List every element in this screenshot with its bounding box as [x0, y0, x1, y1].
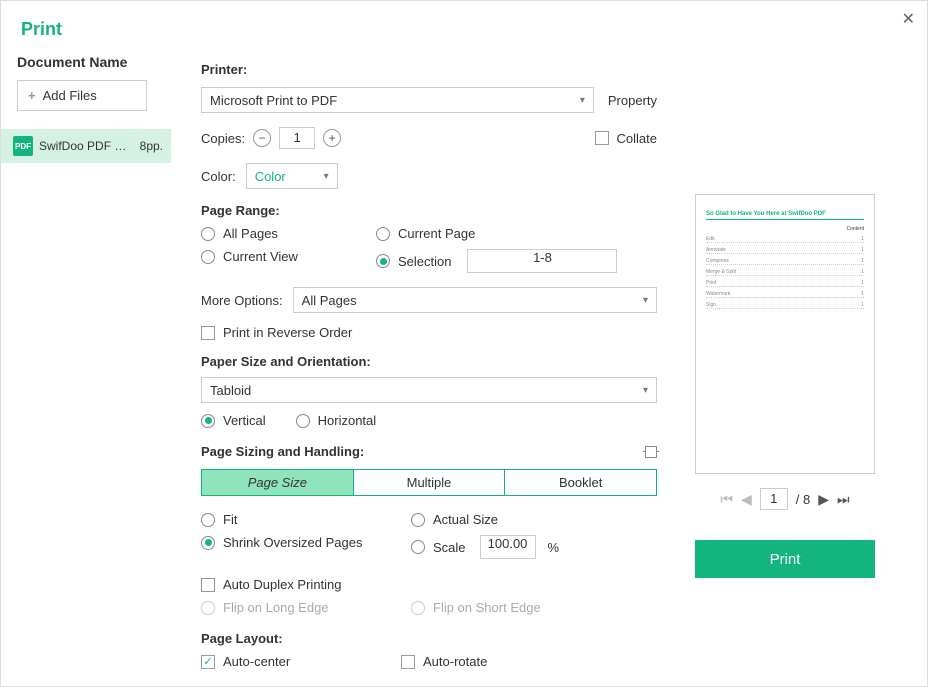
percent-label: % [548, 540, 560, 555]
page-number-input[interactable]: 1 [760, 488, 788, 510]
scale-label: Scale [433, 540, 466, 555]
print-dialog: ✕ Print Document Name + Add Files PDF Sw… [0, 0, 928, 687]
radio-all-pages[interactable] [201, 227, 215, 241]
settings-panel: Printer: Microsoft Print to PDF ▾ Proper… [171, 54, 677, 674]
radio-shrink[interactable] [201, 536, 215, 550]
printer-value: Microsoft Print to PDF [210, 93, 337, 108]
preview-page-controls: ⏮ ◀ 1 / 8 ▶ ⏭ [677, 488, 893, 510]
radio-current-view[interactable] [201, 250, 215, 264]
add-files-label: Add Files [43, 88, 97, 103]
tab-multiple[interactable]: Multiple [354, 470, 506, 495]
vertical-label: Vertical [223, 413, 266, 428]
radio-current-page[interactable] [376, 227, 390, 241]
copies-input[interactable]: 1 [279, 127, 315, 149]
radio-actual-size[interactable] [411, 513, 425, 527]
horizontal-label: Horizontal [318, 413, 377, 428]
auto-center-label: Auto-center [223, 654, 290, 669]
radio-horizontal[interactable] [296, 414, 310, 428]
copies-increment-button[interactable]: + [323, 129, 341, 147]
color-label: Color: [201, 169, 236, 184]
file-list-item[interactable]: PDF SwifDoo PDF Us.. 8pp. [1, 129, 171, 163]
radio-flip-short [411, 601, 425, 615]
current-view-label: Current View [223, 249, 298, 264]
page-total: / 8 [796, 492, 810, 507]
radio-selection[interactable] [376, 254, 390, 268]
preview-panel: So Glad to Have You Here at SwifDoo PDF … [677, 54, 927, 674]
current-page-label: Current Page [398, 226, 475, 241]
collate-label: Collate [617, 131, 657, 146]
radio-scale[interactable] [411, 540, 425, 554]
sizing-label: Page Sizing and Handling: [201, 444, 364, 459]
paper-size-select[interactable]: Tabloid ▾ [201, 377, 657, 403]
paper-size-value: Tabloid [210, 383, 251, 398]
scale-input[interactable]: 100.00 [480, 535, 536, 559]
sidebar-header: Document Name [1, 54, 171, 80]
more-options-value: All Pages [302, 293, 357, 308]
sidebar: Document Name + Add Files PDF SwifDoo PD… [1, 54, 171, 674]
dialog-title: Print [1, 1, 927, 54]
reverse-order-checkbox[interactable] [201, 326, 215, 340]
paper-label: Paper Size and Orientation: [201, 354, 657, 369]
printer-label: Printer: [201, 62, 657, 77]
tab-page-size[interactable]: Page Size [202, 470, 354, 495]
more-options-select[interactable]: All Pages ▾ [293, 287, 657, 313]
color-select[interactable]: Color ▾ [246, 163, 338, 189]
expand-icon[interactable] [645, 446, 657, 458]
auto-rotate-label: Auto-rotate [423, 654, 487, 669]
duplex-checkbox[interactable] [201, 578, 215, 592]
page-layout-label: Page Layout: [201, 631, 657, 646]
chevron-down-icon: ▾ [324, 171, 329, 182]
radio-fit[interactable] [201, 513, 215, 527]
first-page-icon[interactable]: ⏮ [720, 491, 733, 508]
copies-decrement-button[interactable]: − [253, 129, 271, 147]
flip-long-label: Flip on Long Edge [223, 600, 329, 615]
page-preview: So Glad to Have You Here at SwifDoo PDF … [695, 194, 875, 474]
chevron-down-icon: ▾ [643, 295, 648, 306]
sizing-tabs: Page Size Multiple Booklet [201, 469, 657, 496]
copies-label: Copies: [201, 131, 245, 146]
auto-center-checkbox[interactable]: ✓ [201, 655, 215, 669]
all-pages-label: All Pages [223, 226, 278, 241]
pdf-icon: PDF [13, 136, 33, 156]
print-button[interactable]: Print [695, 540, 875, 578]
reverse-order-label: Print in Reverse Order [223, 325, 352, 340]
flip-short-label: Flip on Short Edge [433, 600, 541, 615]
file-page-count: 8pp. [140, 139, 163, 153]
printer-select[interactable]: Microsoft Print to PDF ▾ [201, 87, 594, 113]
file-name: SwifDoo PDF Us.. [39, 139, 134, 153]
auto-rotate-checkbox[interactable] [401, 655, 415, 669]
radio-flip-long [201, 601, 215, 615]
selection-input[interactable]: 1-8 [467, 249, 617, 273]
plus-icon: + [28, 88, 36, 103]
more-options-label: More Options: [201, 293, 283, 308]
printer-property-link[interactable]: Property [608, 93, 657, 108]
close-icon[interactable]: ✕ [902, 9, 915, 29]
color-value: Color [255, 169, 286, 184]
next-page-icon[interactable]: ▶ [818, 491, 829, 508]
chevron-down-icon: ▾ [580, 95, 585, 106]
chevron-down-icon: ▾ [643, 385, 648, 396]
prev-page-icon[interactable]: ◀ [741, 491, 752, 508]
selection-label: Selection [398, 254, 451, 269]
actual-size-label: Actual Size [433, 512, 498, 527]
last-page-icon[interactable]: ⏭ [837, 491, 850, 508]
fit-label: Fit [223, 512, 237, 527]
tab-booklet[interactable]: Booklet [505, 470, 656, 495]
radio-vertical[interactable] [201, 414, 215, 428]
page-range-label: Page Range: [201, 203, 657, 218]
collate-checkbox[interactable] [595, 131, 609, 145]
shrink-label: Shrink Oversized Pages [223, 535, 362, 550]
add-files-button[interactable]: + Add Files [17, 80, 147, 111]
duplex-label: Auto Duplex Printing [223, 577, 342, 592]
